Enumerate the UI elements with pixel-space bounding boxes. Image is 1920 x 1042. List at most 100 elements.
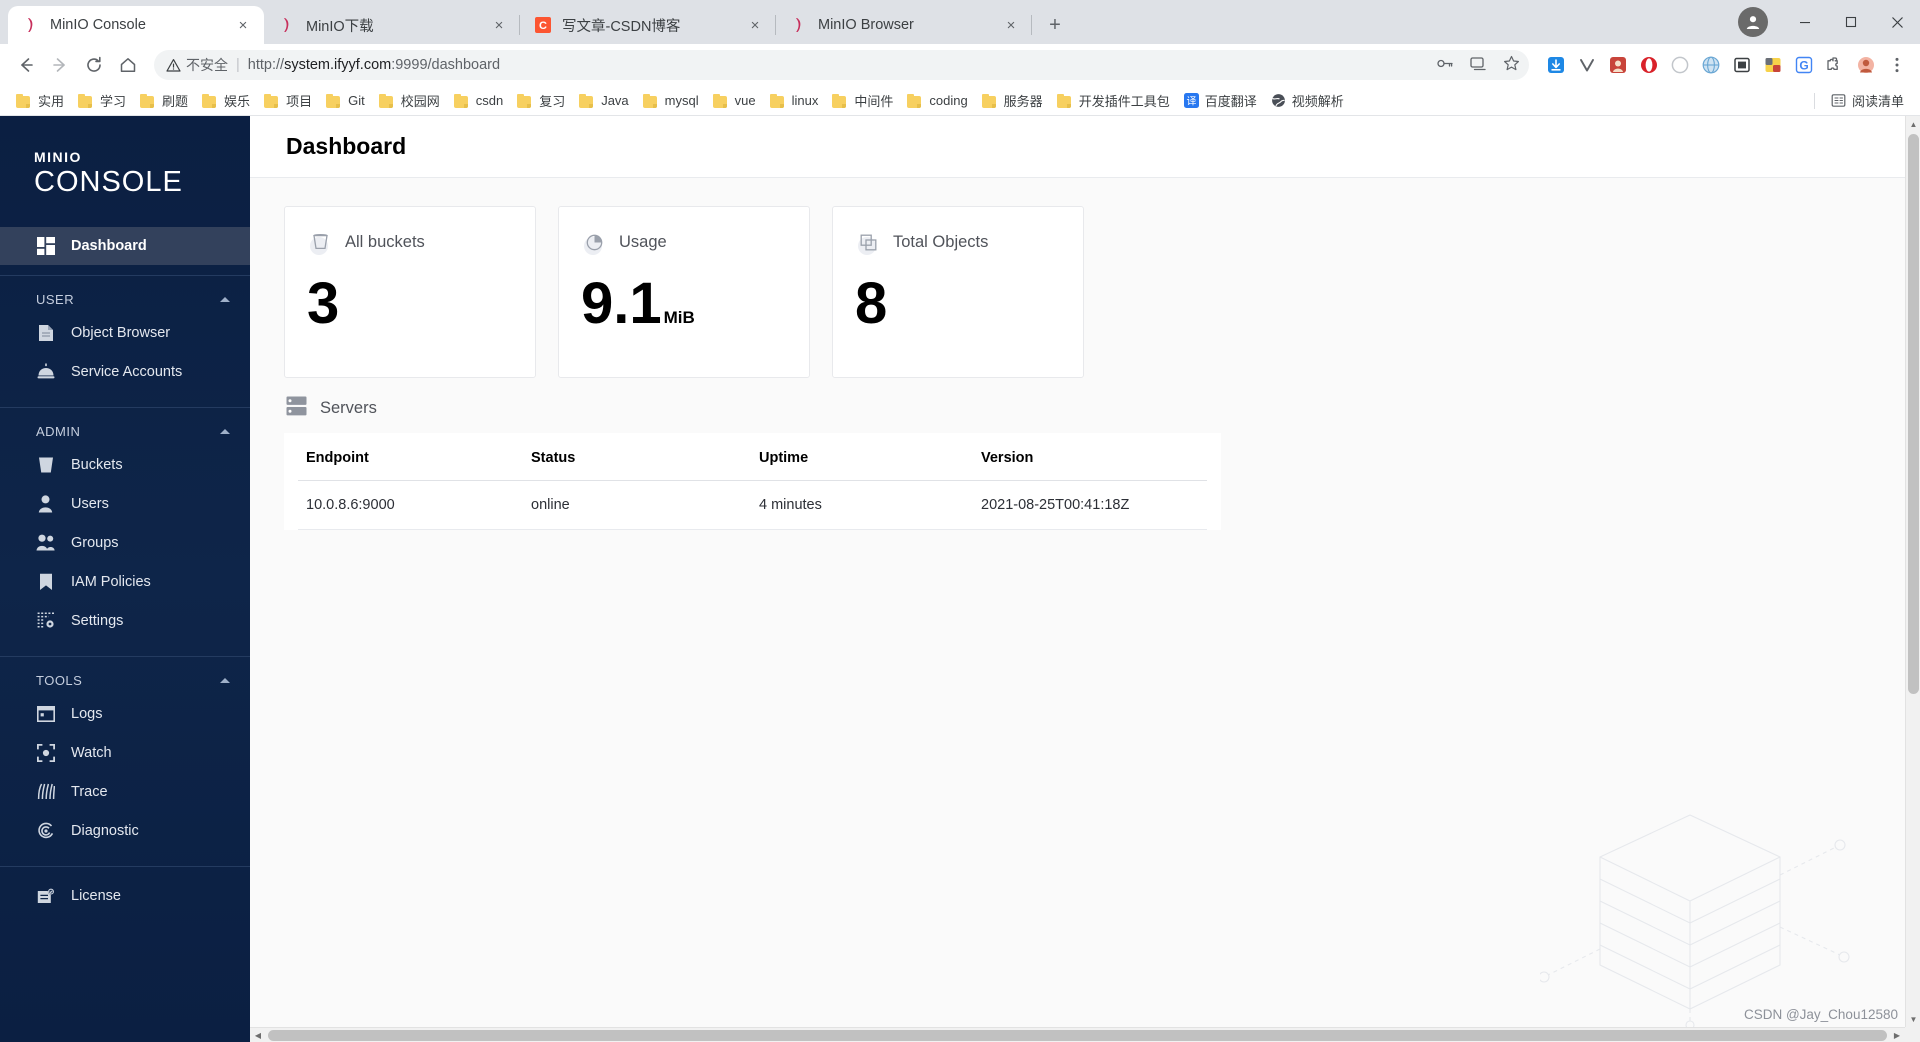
close-window-button[interactable] [1874,0,1920,44]
horizontal-scrollbar[interactable]: ◀ ▶ [250,1027,1905,1042]
bookmark-item[interactable]: vue [707,90,762,111]
bookmark-item[interactable]: 项目 [258,88,318,113]
sidebar-item-service-accounts[interactable]: Service Accounts [0,352,250,391]
chevron-up-icon[interactable] [220,429,230,435]
bookmark-item[interactable]: 学习 [72,88,132,113]
avatar[interactable] [1738,7,1768,37]
sidebar-item-buckets[interactable]: Buckets [0,445,250,484]
password-key-icon[interactable] [1436,54,1455,77]
sidebar-group-header-admin[interactable]: ADMIN [0,418,250,445]
minimize-button[interactable] [1782,0,1828,44]
sidebar-item-label: Buckets [71,456,123,473]
not-secure-indicator[interactable]: 不安全 [166,55,228,75]
sidebar-item-iam-policies[interactable]: IAM Policies [0,562,250,601]
stat-card-all-buckets[interactable]: All buckets 3 [284,206,536,378]
opera-extension-icon[interactable] [1636,52,1662,78]
chevron-up-icon[interactable] [220,678,230,684]
bookmark-item[interactable]: Git [320,90,371,111]
browser-globe-extension-icon[interactable] [1698,52,1724,78]
download-extension-icon[interactable] [1543,52,1569,78]
sidebar-group-header-user[interactable]: USER [0,286,250,313]
close-icon[interactable]: × [232,14,254,36]
user-profile-extension-icon[interactable] [1853,52,1879,78]
logo-minio-text: MINIO [34,149,82,165]
bookmark-label: 实用 [38,94,65,109]
sidebar-item-trace[interactable]: Trace [0,772,250,811]
tampermonkey-extension-icon[interactable] [1605,52,1631,78]
puzzle-extensions-icon[interactable] [1822,52,1848,78]
window-extension-icon[interactable] [1729,52,1755,78]
sidebar-item-watch[interactable]: Watch [0,733,250,772]
bookmark-item[interactable]: 视频解析 [1265,88,1350,113]
stat-card-total-objects[interactable]: Total Objects 8 [832,206,1084,378]
close-icon[interactable]: × [488,14,510,36]
home-button[interactable] [112,49,144,81]
circle-extension-icon[interactable] [1667,52,1693,78]
sidebar-item-dashboard[interactable]: Dashboard [0,227,250,266]
url-path: :9999/dashboard [391,57,501,73]
horizontal-scroll-thumb[interactable] [268,1030,1887,1041]
back-button[interactable] [10,49,42,81]
bookmark-item[interactable]: csdn [448,90,509,111]
scroll-down-arrow[interactable]: ▼ [1906,1011,1920,1027]
bookmark-item[interactable]: 校园网 [373,88,446,113]
sidebar-item-groups[interactable]: Groups [0,523,250,562]
sidebar-item-license[interactable]: License [0,877,250,915]
browser-tab-2[interactable]: MinIO下载 × [264,6,520,44]
new-tab-button[interactable]: + [1040,10,1070,40]
card-header: Usage [581,229,787,255]
bookmark-item[interactable]: 刷题 [134,88,194,113]
sidebar-item-diagnostic[interactable]: Diagnostic [0,811,250,850]
table-row[interactable]: 10.0.8.6:9000 online 4 minutes 2021-08-2… [298,480,1207,530]
scroll-right-arrow[interactable]: ▶ [1889,1028,1905,1042]
card-value-wrap: 9.1 MiB [581,275,787,333]
column-header-endpoint: Endpoint [298,433,523,481]
dashboard-icon [36,237,55,256]
browser-tab-1[interactable]: MinIO Console × [8,6,264,44]
sidebar-item-logs[interactable]: Logs [0,694,250,733]
maximize-button[interactable] [1828,0,1874,44]
vertical-scrollbar[interactable]: ▲ ▼ [1905,116,1920,1027]
browser-tab-4[interactable]: MinIO Browser × [776,6,1032,44]
reading-list-icon [1831,93,1846,108]
address-bar[interactable]: 不安全 | http://system.ifyyf.com:9999/dashb… [154,50,1529,80]
sidebar-item-users[interactable]: Users [0,484,250,523]
sidebar-item-settings[interactable]: Settings [0,601,250,640]
scroll-left-arrow[interactable]: ◀ [250,1028,266,1042]
scroll-up-arrow[interactable]: ▲ [1906,116,1920,132]
bookmark-item[interactable]: 开发插件工具包 [1051,88,1176,113]
bookmark-item[interactable]: 服务器 [976,88,1049,113]
close-icon[interactable]: × [744,14,766,36]
colorful-extension-icon[interactable] [1760,52,1786,78]
vimium-extension-icon[interactable] [1574,52,1600,78]
bookmark-label: csdn [475,93,504,108]
vertical-scroll-thumb[interactable] [1908,134,1919,694]
bookmark-item[interactable]: 中间件 [826,88,899,113]
bookmark-item[interactable]: 实用 [10,88,70,113]
bookmark-item[interactable]: Java [573,90,634,111]
stat-card-usage[interactable]: Usage 9.1 MiB [558,206,810,378]
bookmark-item[interactable]: 复习 [511,88,571,113]
bookmark-label: vue [734,93,756,108]
bookmark-item[interactable]: 译百度翻译 [1178,88,1263,113]
browser-tab-3[interactable]: C 写文章-CSDN博客 × [520,6,776,44]
bookmark-star-icon[interactable] [1502,54,1521,77]
google-extension-icon[interactable]: G [1791,52,1817,78]
share-icon[interactable] [1469,54,1488,77]
forward-button[interactable] [44,49,76,81]
reading-list-button[interactable]: 阅读清单 [1825,88,1910,113]
bookmark-item[interactable]: coding [901,90,973,111]
chrome-menu-icon[interactable] [1884,52,1910,78]
sidebar-item-object-browser[interactable]: Object Browser [0,313,250,352]
bookmark-item[interactable]: linux [764,90,825,111]
sidebar-item-label: Logs [71,705,103,722]
sidebar-group-header-tools[interactable]: TOOLS [0,667,250,694]
folder-icon [769,93,786,108]
chevron-up-icon[interactable] [220,297,230,303]
bookmark-label: Git [348,93,365,108]
close-icon[interactable]: × [1000,14,1022,36]
bookmark-item[interactable]: mysql [637,90,705,111]
bookmark-item[interactable]: 娱乐 [196,88,256,113]
reload-button[interactable] [78,49,110,81]
bookmarks-divider [1813,92,1815,109]
